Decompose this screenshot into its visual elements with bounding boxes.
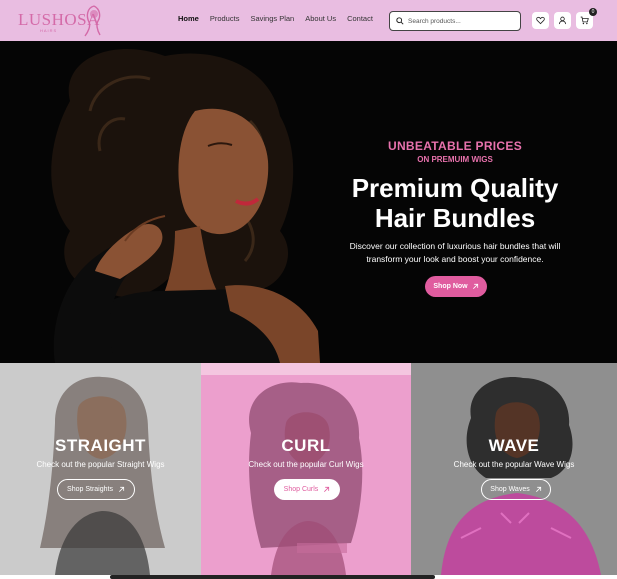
logo-woman-silhouette-icon: [84, 5, 101, 37]
shop-waves-label: Shop Waves: [490, 486, 530, 493]
horizontal-scrollbar[interactable]: [110, 575, 435, 579]
category-subtitle: Check out the popular Wave Wigs: [453, 460, 575, 469]
cart-button[interactable]: 0: [576, 8, 597, 29]
category-card-wave[interactable]: WAVE Check out the popular Wave Wigs Sho…: [411, 363, 617, 575]
arrow-up-right-icon: [535, 486, 541, 492]
category-card-straight[interactable]: STRAIGHT Check out the popular Straight …: [0, 363, 201, 575]
category-subtitle: Check out the popular Curl Wigs: [248, 460, 364, 469]
brand-tagline: HAIRS: [40, 28, 58, 33]
wishlist-button[interactable]: [532, 12, 549, 29]
search-icon: [396, 17, 404, 25]
shop-curls-label: Shop Curls: [283, 486, 319, 493]
nav-savings-plan[interactable]: Savings Plan: [250, 14, 294, 23]
hero-description-line2: transform your look and boost your confi…: [366, 254, 544, 264]
category-title: STRAIGHT: [55, 436, 146, 455]
hero-banner: UNBEATABLE PRICES ON PREMUIM WIGS Premiu…: [0, 41, 617, 363]
shop-curls-button[interactable]: Shop Curls: [274, 479, 340, 500]
search-box[interactable]: [389, 11, 521, 31]
hero-title: Premium Quality Hair Bundles: [330, 173, 580, 233]
hero-description-line1: Discover our collection of luxurious hai…: [349, 241, 561, 251]
hero-model-photo: [0, 41, 340, 363]
category-section: STRAIGHT Check out the popular Straight …: [0, 363, 617, 575]
search-input[interactable]: [408, 17, 518, 25]
cart-count-badge: 0: [589, 8, 597, 16]
arrow-up-right-icon: [324, 486, 330, 492]
shop-now-label: Shop Now: [433, 283, 468, 290]
hero-description: Discover our collection of luxurious hai…: [330, 240, 580, 266]
category-title: CURL: [281, 436, 331, 455]
arrow-up-right-icon: [118, 486, 125, 492]
curl-wig-model-photo: [201, 363, 411, 575]
hero-title-line2: Hair Bundles: [374, 203, 536, 233]
shop-waves-button[interactable]: Shop Waves: [481, 479, 551, 500]
brand-logo[interactable]: LUSHOSA HAIRS: [16, 4, 106, 37]
category-subtitle: Check out the popular Straight Wigs: [36, 460, 165, 469]
user-icon: [558, 16, 567, 25]
wave-wig-model-photo: [411, 363, 617, 575]
nav-contact[interactable]: Contact: [347, 14, 373, 23]
shop-straights-button[interactable]: Shop Straights: [57, 479, 135, 500]
nav-about-us[interactable]: About Us: [305, 14, 336, 23]
nav-home[interactable]: Home: [178, 14, 199, 23]
account-button[interactable]: [554, 12, 571, 29]
category-card-curl[interactable]: CURL Check out the popular Curl Wigs Sho…: [201, 363, 411, 575]
cart-icon: [580, 16, 589, 25]
nav-products[interactable]: Products: [210, 14, 240, 23]
heart-icon: [536, 16, 545, 25]
site-header: LUSHOSA HAIRS Home Products Savings Plan…: [0, 0, 617, 41]
hero-title-line1: Premium Quality: [351, 173, 559, 203]
shop-straights-label: Shop Straights: [67, 486, 113, 493]
straight-wig-model-photo: [0, 363, 201, 575]
hero-kicker-sub: ON PREMUIM WIGS: [417, 155, 493, 164]
arrow-up-right-icon: [472, 283, 478, 289]
shop-now-button[interactable]: Shop Now: [425, 276, 487, 297]
category-title: WAVE: [488, 436, 540, 455]
main-nav: Home Products Savings Plan About Us Cont…: [178, 14, 384, 23]
hero-kicker: UNBEATABLE PRICES: [388, 139, 522, 153]
